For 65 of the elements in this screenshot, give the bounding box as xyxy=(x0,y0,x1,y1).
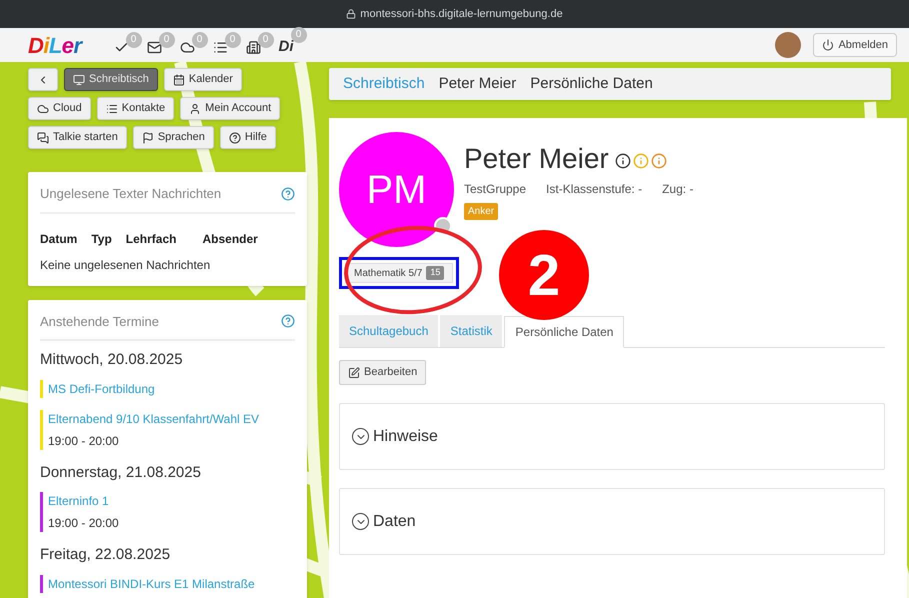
initials-avatar: PM xyxy=(339,132,454,247)
logout-button[interactable]: Abmelden xyxy=(813,33,897,57)
card-title: Anstehende Termine xyxy=(40,312,160,330)
lock-icon xyxy=(346,9,356,19)
count-badge: 0 xyxy=(258,32,274,48)
chevron-down-icon xyxy=(352,428,369,445)
logo: DiLer xyxy=(28,32,82,60)
panel-title: Daten xyxy=(373,512,416,532)
collapsible-panel[interactable]: Daten xyxy=(339,488,885,555)
count-badge: 0 xyxy=(192,32,208,48)
monitor-icon xyxy=(73,74,85,86)
power-icon xyxy=(822,39,834,51)
envelope-icon[interactable] xyxy=(146,40,162,54)
help-icon[interactable] xyxy=(281,314,295,328)
user-icon xyxy=(189,102,202,114)
breadcrumb-item: Peter Meier xyxy=(438,74,516,94)
tag-label: Anker xyxy=(464,203,498,220)
nav-button[interactable]: Hilfe xyxy=(220,126,276,149)
cloud-icon xyxy=(37,102,49,114)
date-heading: Donnerstag, 21.08.2025 xyxy=(40,462,202,482)
list-icon[interactable] xyxy=(212,40,228,54)
collapsible-panel[interactable]: Hinweise xyxy=(339,403,885,470)
panel-title: Hinweise xyxy=(373,426,438,446)
calendar-icon xyxy=(172,74,185,86)
meta-text: TestGruppe xyxy=(464,181,526,198)
column-header: Lehrfach xyxy=(126,230,176,248)
breadcrumb-item: Persönliche Daten xyxy=(530,74,653,94)
edit-button[interactable]: Bearbeiten xyxy=(339,360,426,385)
user-avatar[interactable] xyxy=(775,32,802,58)
column-header: Absender xyxy=(202,230,258,248)
chat-icon xyxy=(37,132,49,144)
nav-button[interactable]: Sprachen xyxy=(132,126,214,149)
card-title: Ungelesene Texter Nachrichten xyxy=(40,185,222,203)
meta-text: Ist-Klassenstufe: - xyxy=(546,181,642,198)
count-badge: 0 xyxy=(126,32,142,48)
event-time: 19:00 - 20:00 xyxy=(48,515,119,532)
date-heading: Freitag, 22.08.2025 xyxy=(40,545,172,565)
empty-message: Keine ungelesenen Nachrichten xyxy=(40,256,212,274)
nav-button[interactable]: Schreibtisch xyxy=(64,68,158,91)
nav-button[interactable]: Talkie starten xyxy=(28,126,127,149)
count-badge: 0 xyxy=(158,32,174,48)
nav-button[interactable]: Kontakte xyxy=(96,97,174,120)
annotation-number: 2 xyxy=(499,230,589,320)
info-icon[interactable] xyxy=(614,153,631,169)
flag-icon xyxy=(142,132,154,144)
column-header: Datum xyxy=(40,230,78,248)
nav-button[interactable]: Mein Account xyxy=(180,97,280,120)
building-icon[interactable] xyxy=(246,40,260,54)
cloud-icon[interactable] xyxy=(180,40,194,54)
edit-icon xyxy=(348,366,360,378)
tab[interactable]: Persönliche Daten xyxy=(504,316,624,348)
help-icon xyxy=(228,132,241,144)
url-text: montessori-bhs.digitale-lernumgebung.de xyxy=(360,6,563,22)
chevron-down-icon xyxy=(352,513,369,530)
help-icon[interactable] xyxy=(281,186,295,201)
profile-name: Peter Meier xyxy=(464,142,609,176)
column-header: Typ xyxy=(91,230,112,248)
logo-mark[interactable]: Di xyxy=(278,38,294,55)
course-button[interactable]: Mathematik 5/7 15 xyxy=(345,263,454,283)
nav-button[interactable]: Kalender xyxy=(164,68,242,91)
meta-text: Zug: - xyxy=(662,181,694,198)
date-heading: Mittwoch, 20.08.2025 xyxy=(40,350,184,370)
nav-button[interactable]: Cloud xyxy=(28,97,91,120)
count-badge: 0 xyxy=(224,32,240,48)
event-time: 19:00 - 20:00 xyxy=(48,432,120,450)
